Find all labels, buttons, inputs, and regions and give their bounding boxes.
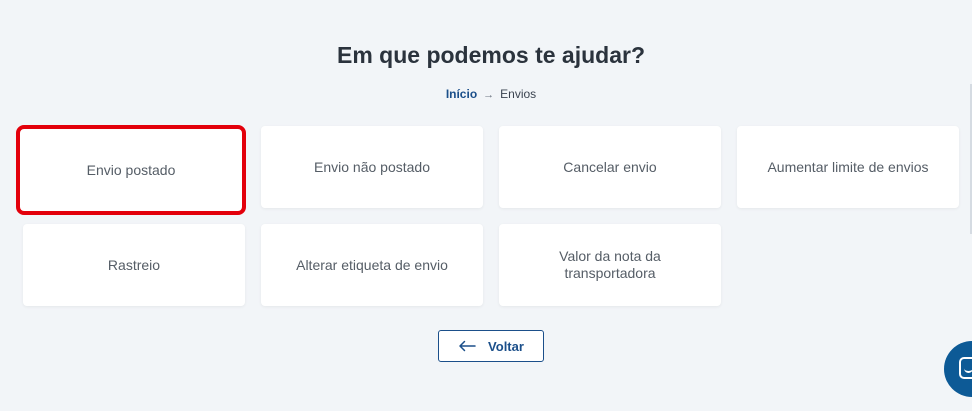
option-label: Cancelar envio	[563, 158, 657, 175]
option-label: Alterar etiqueta de envio	[296, 256, 448, 273]
option-label: Envio postado	[86, 161, 176, 178]
back-button-label: Voltar	[488, 338, 524, 354]
option-label: Envio não postado	[314, 158, 430, 175]
option-rastreio[interactable]: Rastreio	[23, 224, 245, 306]
option-alterar-etiqueta[interactable]: Alterar etiqueta de envio	[261, 224, 483, 306]
option-envio-nao-postado[interactable]: Envio não postado	[261, 126, 483, 208]
option-aumentar-limite[interactable]: Aumentar limite de envios	[737, 126, 959, 208]
help-page: Em que podemos te ajudar? Início → Envios …	[0, 0, 972, 411]
option-label: Aumentar limite de envios	[767, 158, 929, 175]
option-cancelar-envio[interactable]: Cancelar envio	[499, 126, 721, 208]
breadcrumb-arrow-icon: →	[483, 89, 495, 101]
breadcrumb-current: Envios	[500, 87, 537, 101]
breadcrumb-home-link[interactable]: Início	[446, 87, 477, 101]
chat-button[interactable]	[944, 341, 972, 397]
arrow-left-icon	[458, 340, 476, 352]
page-title: Em que podemos te ajudar?	[337, 42, 645, 68]
back-button[interactable]: Voltar	[438, 330, 544, 362]
option-envio-postado[interactable]: Envio postado	[16, 125, 246, 215]
option-label: Valor da nota da transportadora	[559, 248, 661, 281]
breadcrumb: Início → Envios	[0, 87, 972, 101]
chat-icon	[959, 357, 972, 379]
option-valor-nota[interactable]: Valor da nota da transportadora	[499, 224, 721, 306]
option-label: Rastreio	[107, 256, 161, 273]
